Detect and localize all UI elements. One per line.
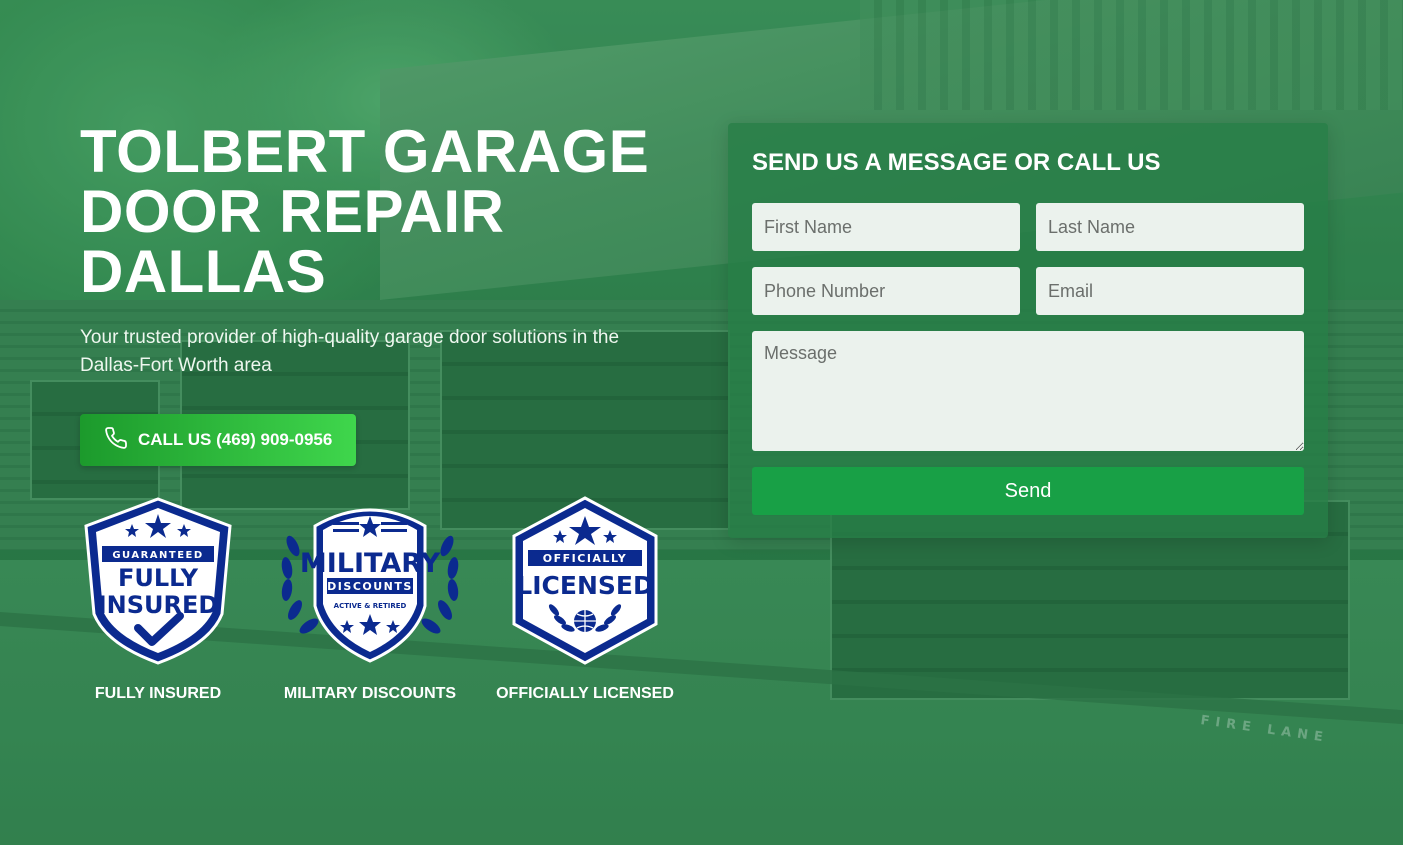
form-title: SEND US A MESSAGE OR CALL US	[752, 149, 1161, 176]
svg-text:MILITARY: MILITARY	[300, 548, 441, 579]
last-name-field[interactable]	[1036, 203, 1304, 251]
badge-label: FULLY INSURED	[94, 685, 222, 702]
svg-text:GUARANTEED: GUARANTEED	[112, 550, 203, 561]
svg-text:INSURED: INSURED	[98, 591, 219, 619]
page-title: TOLBERT GARAGE DOOR REPAIR DALLAS	[80, 118, 650, 305]
laurel-shield-icon: MILITARY DISCOUNTS ACTIVE & RETIRED	[281, 508, 459, 663]
hero-content: TOLBERT GARAGE DOOR REPAIR DALLAS Your t…	[80, 122, 700, 466]
email-field[interactable]	[1036, 267, 1304, 315]
badge-fully-insured: GUARANTEED FULLY INSURED FULLY INSURED	[80, 496, 236, 702]
call-us-label: CALL US (469) 909-0956	[138, 430, 333, 449]
phone-number-field[interactable]	[752, 267, 1020, 315]
badge-label: OFFICIALLY LICENSED	[496, 685, 674, 702]
svg-text:LICENSED: LICENSED	[516, 571, 653, 600]
svg-text:ACTIVE & RETIRED: ACTIVE & RETIRED	[334, 602, 407, 610]
badge-label: MILITARY DISCOUNTS	[283, 685, 457, 702]
first-name-field[interactable]	[752, 203, 1020, 251]
svg-text:OFFICIALLY: OFFICIALLY	[543, 552, 627, 565]
hero-subtitle: Your trusted provider of high-quality ga…	[80, 327, 620, 376]
svg-text:DISCOUNTS: DISCOUNTS	[327, 580, 413, 593]
badge-military-discounts: MILITARY DISCOUNTS ACTIVE & RETIRED MILI…	[275, 496, 465, 702]
message-field[interactable]	[752, 331, 1304, 451]
send-button[interactable]: Send	[752, 467, 1304, 515]
trust-badges: GUARANTEED FULLY INSURED FULLY INSURED M…	[80, 496, 700, 716]
phone-icon	[104, 426, 128, 455]
globe-hexagon-icon: OFFICIALLY LICENSED	[512, 496, 658, 665]
svg-text:FULLY: FULLY	[118, 564, 199, 592]
call-us-button[interactable]: CALL US (469) 909-0956	[80, 414, 357, 466]
shield-check-icon: GUARANTEED FULLY INSURED	[84, 497, 232, 665]
badge-officially-licensed: OFFICIALLY LICENSED OFFICIALLY LICENSED	[496, 496, 674, 702]
contact-form: SEND US A MESSAGE OR CALL US Send	[728, 123, 1328, 538]
